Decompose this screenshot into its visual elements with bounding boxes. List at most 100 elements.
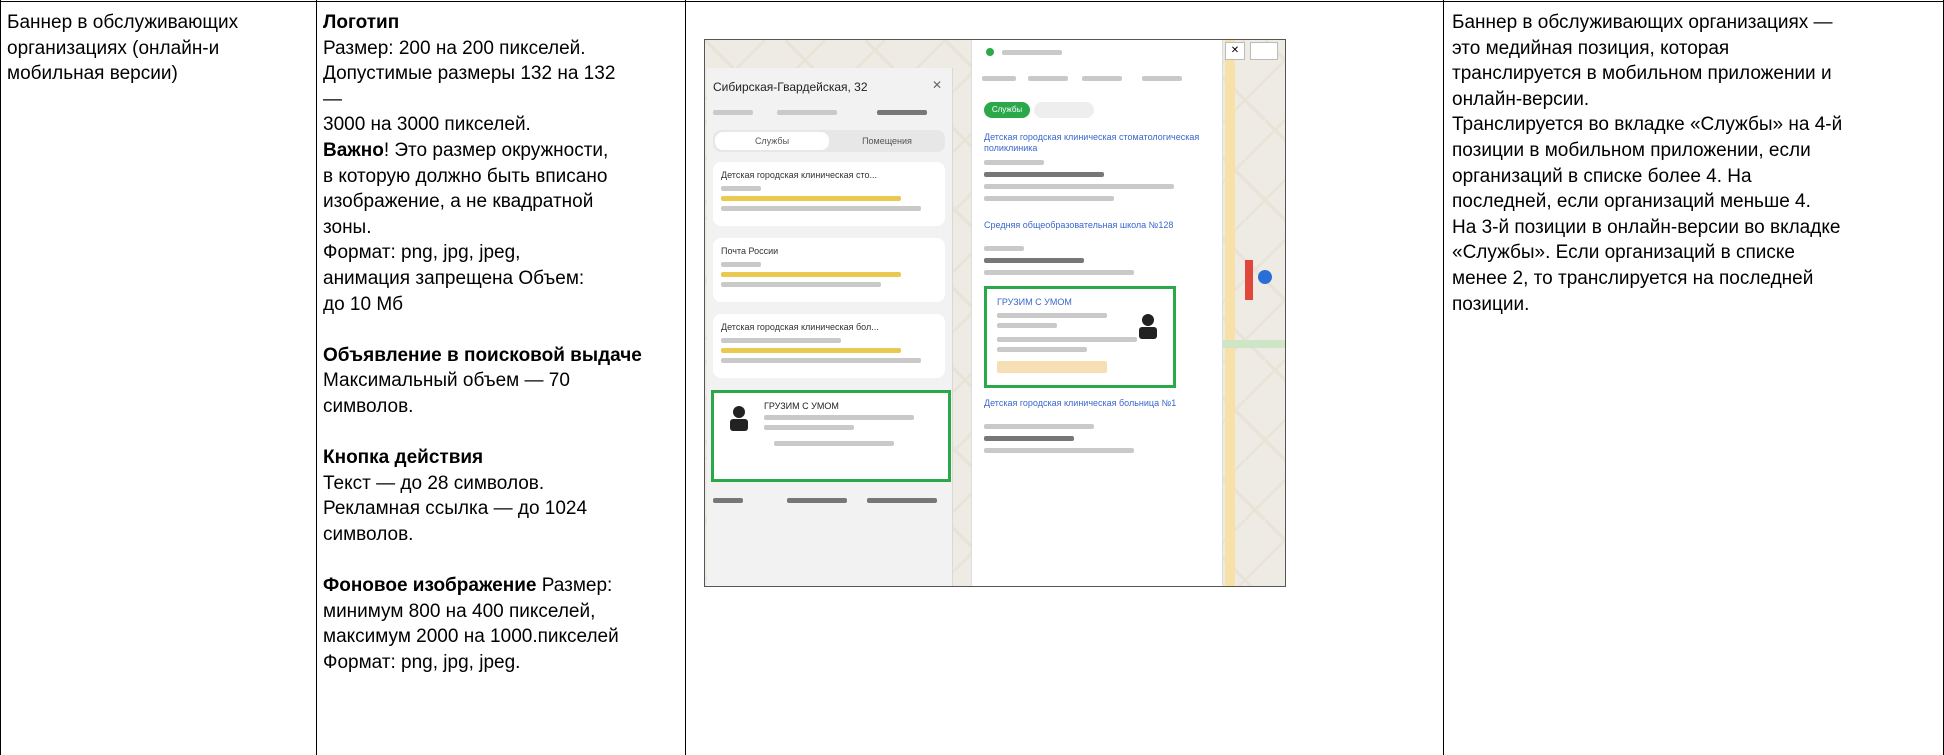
description-line: «Службы». Если организаций в списке bbox=[1452, 242, 1795, 264]
text-placeholder bbox=[764, 415, 914, 420]
map-road bbox=[1225, 40, 1235, 586]
text-placeholder bbox=[982, 76, 1016, 81]
close-icon[interactable]: ✕ bbox=[932, 78, 942, 92]
logo-heading: Логотип bbox=[323, 12, 400, 33]
important-text: ! Это размер окружности, bbox=[383, 139, 609, 161]
text-placeholder bbox=[984, 196, 1114, 201]
description-line: позиции. bbox=[1452, 293, 1530, 315]
action-button-heading: Кнопка действия bbox=[323, 447, 484, 469]
close-icon[interactable]: ✕ bbox=[1225, 42, 1245, 60]
ad-text-2: символов. bbox=[323, 395, 414, 417]
text-placeholder bbox=[774, 441, 894, 446]
logo-allowed-dash: — bbox=[323, 88, 342, 110]
mobile-tabs: Службы Помещения bbox=[713, 130, 945, 152]
web-banner-highlight[interactable]: ГРУЗИМ С УМОМ bbox=[984, 286, 1176, 388]
description-line: На 3-й позиции в онлайн-версии во вкладк… bbox=[1452, 216, 1841, 238]
mobile-panel-title: Сибирская-Гвардейская, 32 bbox=[713, 80, 868, 94]
chip-services[interactable]: Службы bbox=[984, 102, 1030, 118]
mobile-panel: Сибирская-Гвардейская, 32 ✕ Службы Помещ… bbox=[707, 68, 953, 586]
org-title-1[interactable]: Детская городская клиническая стоматолог… bbox=[984, 132, 1204, 154]
banner-title: ГРУЗИМ С УМОМ bbox=[997, 297, 1072, 307]
background-heading-line: Фоновое изображение Размер: bbox=[323, 573, 678, 599]
list-item[interactable]: Детская городская клиническая бол... bbox=[713, 314, 945, 378]
text-placeholder bbox=[777, 110, 837, 115]
background-text-1: минимум 800 на 400 пикселей, bbox=[323, 600, 596, 622]
important-text-4: зоны. bbox=[323, 216, 372, 238]
important-text-2: в которую должно быть вписано bbox=[323, 165, 608, 187]
text-placeholder bbox=[721, 262, 761, 267]
format-text-3: до 10 Мб bbox=[323, 293, 404, 315]
description-line: последней, если организаций меньше 4. bbox=[1452, 191, 1811, 213]
text-placeholder bbox=[764, 425, 854, 430]
layers-icon[interactable] bbox=[1250, 42, 1278, 60]
text-placeholder bbox=[721, 358, 921, 363]
text-placeholder bbox=[787, 498, 847, 503]
text-placeholder bbox=[1082, 76, 1122, 81]
column-divider-3 bbox=[1443, 0, 1444, 755]
mobile-banner-highlight[interactable]: ГРУЗИМ С УМОМ bbox=[711, 390, 951, 482]
banner-action-button[interactable] bbox=[997, 361, 1107, 373]
action-button-text-1: Текст — до 28 символов. bbox=[323, 472, 545, 494]
map-pin-icon bbox=[1258, 270, 1272, 284]
text-placeholder bbox=[721, 186, 761, 191]
logo-size-text: Размер: 200 на 200 пикселей. bbox=[323, 37, 586, 59]
map-park bbox=[1221, 340, 1285, 348]
placement-name-line: организациях (онлайн-и bbox=[7, 37, 220, 59]
text-placeholder bbox=[997, 323, 1057, 328]
column-divider-1 bbox=[316, 0, 317, 755]
logo-allowed-max: 3000 на 3000 пикселей. bbox=[323, 114, 531, 136]
background-text-3: Формат: png, jpg, jpeg. bbox=[323, 651, 521, 673]
ad-text-1: Максимальный объем — 70 bbox=[323, 370, 570, 392]
text-placeholder bbox=[721, 282, 881, 287]
text-placeholder bbox=[997, 313, 1107, 318]
text-placeholder bbox=[721, 338, 841, 343]
text-placeholder bbox=[984, 448, 1134, 453]
placement-name-line: мобильная версии) bbox=[7, 63, 178, 85]
requirements-table: Баннер в обслуживающих организациях (онл… bbox=[0, 0, 1944, 755]
text-placeholder bbox=[984, 184, 1174, 189]
placement-name-cell: Баннер в обслуживающих организациях (онл… bbox=[7, 10, 297, 87]
banner-title: ГРУЗИМ С УМОМ bbox=[764, 401, 839, 411]
rating-stars bbox=[721, 272, 901, 277]
description-line: организаций в списке более 4. На bbox=[1452, 165, 1752, 187]
description-line: Транслируется во вкладке «Службы» на 4-й bbox=[1452, 114, 1843, 136]
format-text-2: анимация запрещена Объем: bbox=[323, 267, 585, 289]
background-text-2: максимум 2000 на 1000.пикселей bbox=[323, 626, 619, 648]
tab-services[interactable]: Службы bbox=[715, 132, 829, 150]
mover-logo-icon bbox=[1139, 314, 1157, 339]
placement-name-line: Баннер в обслуживающих bbox=[7, 12, 239, 33]
rating-stars bbox=[721, 196, 901, 201]
important-text-3: изображение, а не квадратной bbox=[323, 191, 594, 213]
text-placeholder bbox=[997, 337, 1137, 342]
logo-allowed-text: Допустимые размеры 132 на 132 bbox=[323, 63, 616, 85]
text-placeholder bbox=[984, 246, 1024, 251]
text-placeholder bbox=[877, 110, 927, 115]
text-placeholder bbox=[984, 436, 1074, 441]
org-title-2[interactable]: Средняя общеобразовательная школа №128 bbox=[984, 220, 1184, 231]
text-placeholder bbox=[997, 347, 1087, 352]
text-placeholder bbox=[984, 424, 1094, 429]
chip-premises[interactable] bbox=[1034, 102, 1094, 118]
text-placeholder bbox=[713, 110, 753, 115]
text-placeholder bbox=[1002, 50, 1062, 55]
org-title-3[interactable]: Детская городская клиническая больница №… bbox=[984, 398, 1184, 409]
text-placeholder bbox=[984, 160, 1044, 165]
tab-premises[interactable]: Помещения bbox=[831, 132, 943, 150]
text-placeholder bbox=[984, 172, 1104, 177]
background-heading: Фоновое изображение bbox=[323, 575, 537, 597]
text-placeholder bbox=[867, 498, 937, 503]
description-cell: Баннер в обслуживающих организациях — эт… bbox=[1452, 10, 1937, 317]
search-pin-icon bbox=[986, 48, 994, 56]
rating-stars bbox=[721, 348, 901, 353]
description-line: позиции в мобильном приложении, если bbox=[1452, 139, 1811, 161]
list-item[interactable]: Детская городская клиническая сто... bbox=[713, 162, 945, 226]
list-item[interactable]: Почта России bbox=[713, 238, 945, 302]
mover-logo-icon bbox=[730, 406, 748, 431]
description-line: онлайн-версии. bbox=[1452, 88, 1590, 110]
column-divider-2 bbox=[685, 0, 686, 755]
text-placeholder bbox=[984, 270, 1134, 275]
example-screenshot: Сибирская-Гвардейская, 32 ✕ Службы Помещ… bbox=[704, 39, 1286, 587]
action-button-text-3: символов. bbox=[323, 523, 414, 545]
text-placeholder bbox=[721, 206, 921, 211]
map-highlight bbox=[1245, 260, 1253, 300]
